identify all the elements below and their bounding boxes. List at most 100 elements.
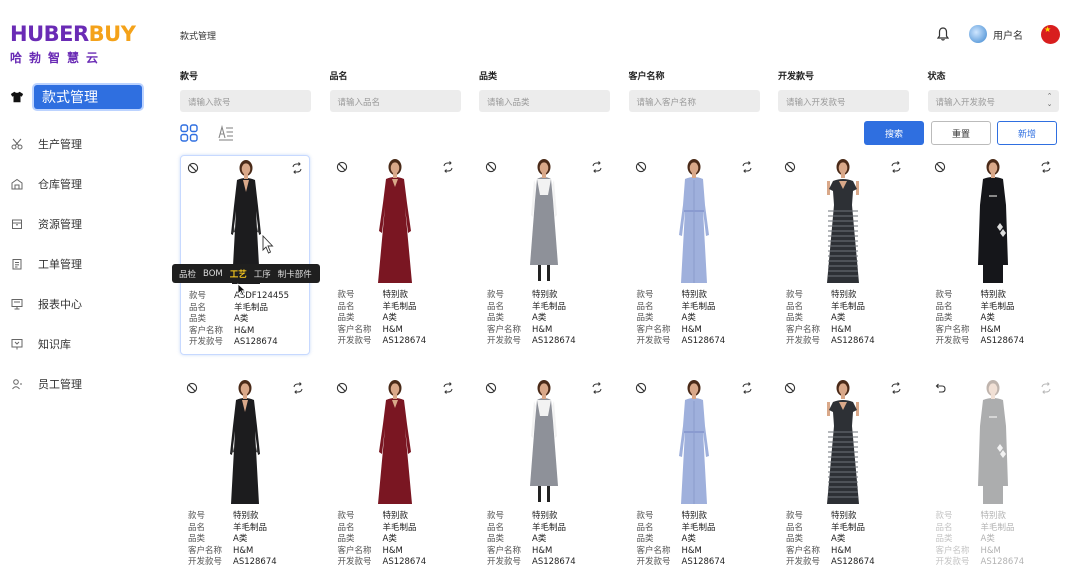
language-flag-icon[interactable] bbox=[1041, 24, 1060, 44]
disable-icon[interactable] bbox=[336, 379, 348, 394]
product-image[interactable] bbox=[365, 376, 425, 504]
bell-icon[interactable] bbox=[937, 24, 953, 44]
menu-item[interactable]: 工艺 bbox=[230, 268, 247, 280]
info-value: 羊毛制品 bbox=[234, 302, 269, 313]
style-card[interactable]: 款号 特别款 品名 羊毛制品 品类 A类 客户名称 H&M 开发款号 AS128674 bbox=[629, 376, 759, 576]
info-row: 客户名称 H&M bbox=[786, 325, 875, 337]
sync-icon[interactable] bbox=[291, 159, 303, 174]
filter-input[interactable]: 请输入品类 bbox=[479, 90, 610, 112]
sidebar-item-1[interactable]: 生产管理 bbox=[0, 124, 160, 164]
style-card[interactable]: 款号 特别款 品名 羊毛制品 品类 A类 客户名称 H&M 开发款号 AS128674 bbox=[778, 376, 908, 576]
list-view-icon[interactable] bbox=[217, 124, 235, 142]
style-card[interactable]: 款号 ASDF124455 品名 羊毛制品 品类 A类 客户名称 H&M 开发款号 AS12867… bbox=[180, 155, 310, 355]
info-row: 开发款号 AS128674 bbox=[338, 557, 427, 569]
product-image[interactable] bbox=[514, 376, 574, 504]
info-key: 款号 bbox=[189, 291, 207, 301]
info-row: 品类 A类 bbox=[188, 534, 277, 546]
disable-icon[interactable] bbox=[485, 379, 497, 394]
filter-label: 品类 bbox=[479, 72, 498, 82]
menu-item[interactable]: BOM bbox=[203, 269, 223, 279]
style-card[interactable]: 款号 特别款 品名 羊毛制品 品类 A类 客户名称 H&M 开发款号 AS128674 bbox=[928, 376, 1058, 576]
style-card[interactable]: 款号 特别款 品名 羊毛制品 品类 A类 客户名称 H&M 开发款号 AS128674 bbox=[330, 155, 460, 355]
username[interactable]: 用户名 bbox=[993, 27, 1023, 42]
filter-input[interactable]: 请输入品名 bbox=[329, 90, 461, 112]
add-button[interactable]: 新增 bbox=[997, 121, 1057, 145]
stepper-arrows-icon[interactable]: ⌃ ⌄ bbox=[1047, 92, 1053, 108]
sync-icon[interactable] bbox=[292, 379, 304, 394]
sidebar-item-5[interactable]: 报表中心 bbox=[0, 284, 160, 324]
style-card[interactable]: 款号 特别款 品名 羊毛制品 品类 A类 客户名称 H&M 开发款号 AS128674 bbox=[778, 155, 908, 355]
grid-view-icon[interactable] bbox=[180, 124, 198, 142]
sidebar-item-label: 知识库 bbox=[38, 338, 71, 351]
product-image[interactable] bbox=[813, 155, 873, 283]
info-value: A类 bbox=[382, 313, 397, 323]
reset-button[interactable]: 重置 bbox=[931, 121, 991, 145]
style-card[interactable]: 款号 特别款 品名 羊毛制品 品类 A类 客户名称 H&M 开发款号 AS128674 bbox=[180, 376, 310, 576]
breadcrumb: 款式管理 bbox=[180, 32, 217, 42]
sync-icon[interactable] bbox=[1040, 158, 1052, 173]
style-card[interactable]: 款号 特别款 品名 羊毛制品 品类 A类 客户名称 H&M 开发款号 AS128674 bbox=[479, 376, 609, 576]
info-key: 开发款号 bbox=[636, 336, 671, 346]
style-card[interactable]: 款号 特别款 品名 羊毛制品 品类 A类 客户名称 H&M 开发款号 AS128674 bbox=[330, 376, 460, 576]
info-row: 品类 A类 bbox=[637, 534, 726, 546]
card-info: 款号 特别款 品名 羊毛制品 品类 A类 客户名称 H&M 开发款号 AS128674 bbox=[786, 290, 875, 348]
sync-icon[interactable] bbox=[890, 158, 902, 173]
sidebar-nav: 款式管理生产管理 仓库管理 资源管理 工单管理 报表中心知识库员工管理 bbox=[0, 82, 160, 404]
disable-icon[interactable] bbox=[336, 158, 348, 173]
product-image[interactable] bbox=[963, 155, 1023, 283]
info-value: 特别款 bbox=[980, 290, 1007, 300]
sidebar-item-3[interactable]: 资源管理 bbox=[0, 204, 160, 244]
sync-icon[interactable] bbox=[890, 379, 902, 394]
filter-input[interactable]: 请输入款号 bbox=[180, 90, 311, 112]
sidebar-item-7[interactable]: 员工管理 bbox=[0, 364, 160, 404]
product-image[interactable] bbox=[664, 155, 724, 283]
info-row: 款号 特别款 bbox=[637, 511, 726, 523]
disable-icon[interactable] bbox=[635, 379, 647, 394]
info-value: H&M bbox=[681, 324, 702, 335]
search-button[interactable]: 搜索 bbox=[864, 121, 924, 145]
filter-input[interactable]: 请输入开发款号 bbox=[778, 90, 909, 112]
sidebar-item-2[interactable]: 仓库管理 bbox=[0, 164, 160, 204]
info-key: 品类 bbox=[786, 313, 804, 323]
product-image[interactable] bbox=[963, 376, 1023, 504]
sync-icon[interactable] bbox=[741, 379, 753, 394]
info-key: 款号 bbox=[636, 511, 654, 521]
sidebar-item-0[interactable]: 款式管理 bbox=[0, 82, 160, 112]
menu-item[interactable]: 制卡部件 bbox=[278, 268, 312, 280]
info-key: 品类 bbox=[487, 313, 505, 323]
product-image[interactable] bbox=[215, 376, 275, 504]
product-image[interactable] bbox=[365, 155, 425, 283]
info-value: A类 bbox=[681, 534, 696, 544]
menu-item[interactable]: 工序 bbox=[254, 268, 271, 280]
sync-icon[interactable] bbox=[1040, 379, 1052, 394]
disable-icon[interactable] bbox=[784, 158, 796, 173]
sync-icon[interactable] bbox=[741, 158, 753, 173]
info-row: 款号 特别款 bbox=[487, 511, 576, 523]
info-value: H&M bbox=[382, 324, 403, 335]
sync-icon[interactable] bbox=[591, 379, 603, 394]
sidebar-item-4[interactable]: 工单管理 bbox=[0, 244, 160, 284]
disable-icon[interactable] bbox=[934, 158, 946, 173]
sync-icon[interactable] bbox=[591, 158, 603, 173]
style-card[interactable]: 款号 特别款 品名 羊毛制品 品类 A类 客户名称 H&M 开发款号 AS128674 bbox=[629, 155, 759, 355]
disable-icon[interactable] bbox=[784, 379, 796, 394]
style-card[interactable]: 款号 特别款 品名 羊毛制品 品类 A类 客户名称 H&M 开发款号 AS128674 bbox=[479, 155, 609, 355]
info-key: 品类 bbox=[337, 313, 355, 323]
sync-icon[interactable] bbox=[442, 379, 454, 394]
menu-item[interactable]: 品检 bbox=[179, 268, 196, 280]
disable-icon[interactable] bbox=[485, 158, 497, 173]
product-image[interactable] bbox=[813, 376, 873, 504]
shirt-icon bbox=[10, 90, 24, 104]
filter-input[interactable]: 请输入开发款号 ⌃ ⌄ bbox=[927, 90, 1059, 112]
product-image[interactable] bbox=[514, 155, 574, 283]
avatar[interactable] bbox=[969, 25, 987, 43]
undo-icon[interactable] bbox=[934, 379, 946, 393]
filter-input[interactable]: 请输入客户名称 bbox=[628, 90, 760, 112]
disable-icon[interactable] bbox=[187, 159, 199, 174]
sync-icon[interactable] bbox=[442, 158, 454, 173]
disable-icon[interactable] bbox=[635, 158, 647, 173]
style-card[interactable]: 款号 特别款 品名 羊毛制品 品类 A类 客户名称 H&M 开发款号 AS128674 bbox=[928, 155, 1058, 355]
disable-icon[interactable] bbox=[186, 379, 198, 394]
product-image[interactable] bbox=[664, 376, 724, 504]
sidebar-item-6[interactable]: 知识库 bbox=[0, 324, 160, 364]
